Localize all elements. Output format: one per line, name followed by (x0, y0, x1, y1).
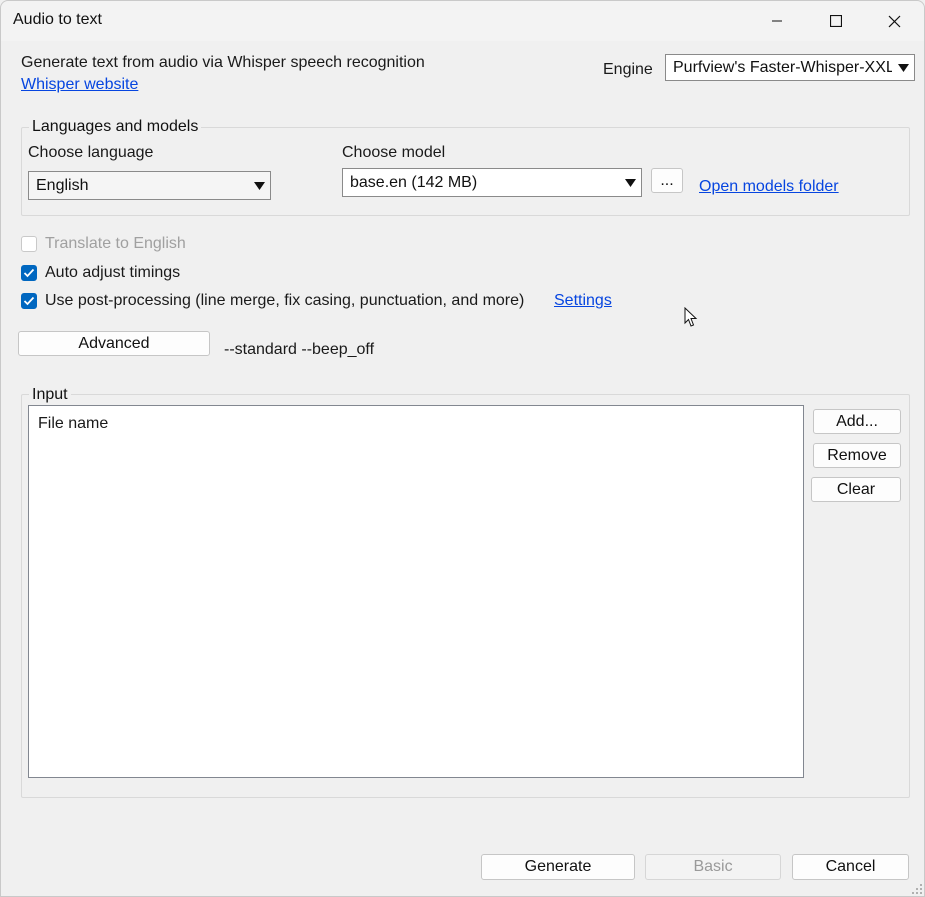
whisper-website-link[interactable]: Whisper website (21, 76, 138, 94)
auto-adjust-checkbox[interactable] (21, 265, 37, 281)
checkmark-icon (23, 268, 35, 278)
advanced-button[interactable]: Advanced (18, 331, 210, 356)
translate-label: Translate to English (45, 235, 186, 252)
generate-button[interactable]: Generate (481, 854, 635, 880)
engine-value: Purfview's Faster-Whisper-XXL (673, 58, 892, 76)
basic-button[interactable]: Basic (645, 854, 781, 880)
close-button[interactable] (865, 1, 923, 41)
language-select[interactable]: English (28, 171, 271, 200)
settings-link[interactable]: Settings (554, 292, 612, 310)
dropdown-arrow-icon (248, 181, 270, 190)
add-file-button[interactable]: Add... (813, 409, 901, 434)
window-title: Audio to text (13, 11, 102, 28)
advanced-params-text: --standard --beep_off (224, 341, 375, 358)
choose-language-label: Choose language (28, 144, 154, 161)
checkmark-icon (23, 296, 35, 306)
post-processing-label: Use post-processing (line merge, fix cas… (45, 292, 525, 309)
dropdown-arrow-icon (892, 63, 914, 72)
input-group-title: Input (29, 386, 71, 404)
maximize-button[interactable] (807, 1, 865, 41)
post-processing-checkbox[interactable] (21, 293, 37, 309)
description-text: Generate text from audio via Whisper spe… (21, 54, 425, 71)
browse-model-button[interactable]: ... (651, 168, 683, 193)
translate-checkbox[interactable] (21, 236, 37, 252)
audio-to-text-dialog: Audio to text Generate text from audio v… (0, 0, 925, 897)
file-name-column-header[interactable]: File name (38, 415, 108, 433)
engine-select[interactable]: Purfview's Faster-Whisper-XXL (665, 54, 915, 81)
dropdown-arrow-icon (619, 178, 641, 187)
minimize-button[interactable] (748, 1, 806, 41)
minimize-icon (772, 20, 782, 22)
cancel-button[interactable]: Cancel (792, 854, 909, 880)
engine-label: Engine (603, 61, 653, 78)
model-value: base.en (142 MB) (350, 173, 478, 191)
clear-files-button[interactable]: Clear (811, 477, 901, 502)
choose-model-label: Choose model (342, 144, 446, 161)
languages-models-title: Languages and models (29, 118, 202, 136)
resize-grip-icon[interactable] (911, 883, 923, 895)
model-select[interactable]: base.en (142 MB) (342, 168, 642, 197)
remove-file-button[interactable]: Remove (813, 443, 901, 468)
auto-adjust-label: Auto adjust timings (45, 264, 181, 281)
close-icon (888, 15, 900, 27)
maximize-icon (830, 15, 842, 27)
input-file-list[interactable]: File name (28, 405, 804, 778)
mouse-cursor-icon (684, 307, 698, 327)
language-value: English (36, 176, 89, 194)
title-bar[interactable]: Audio to text (1, 1, 924, 41)
open-models-folder-link[interactable]: Open models folder (699, 178, 839, 196)
